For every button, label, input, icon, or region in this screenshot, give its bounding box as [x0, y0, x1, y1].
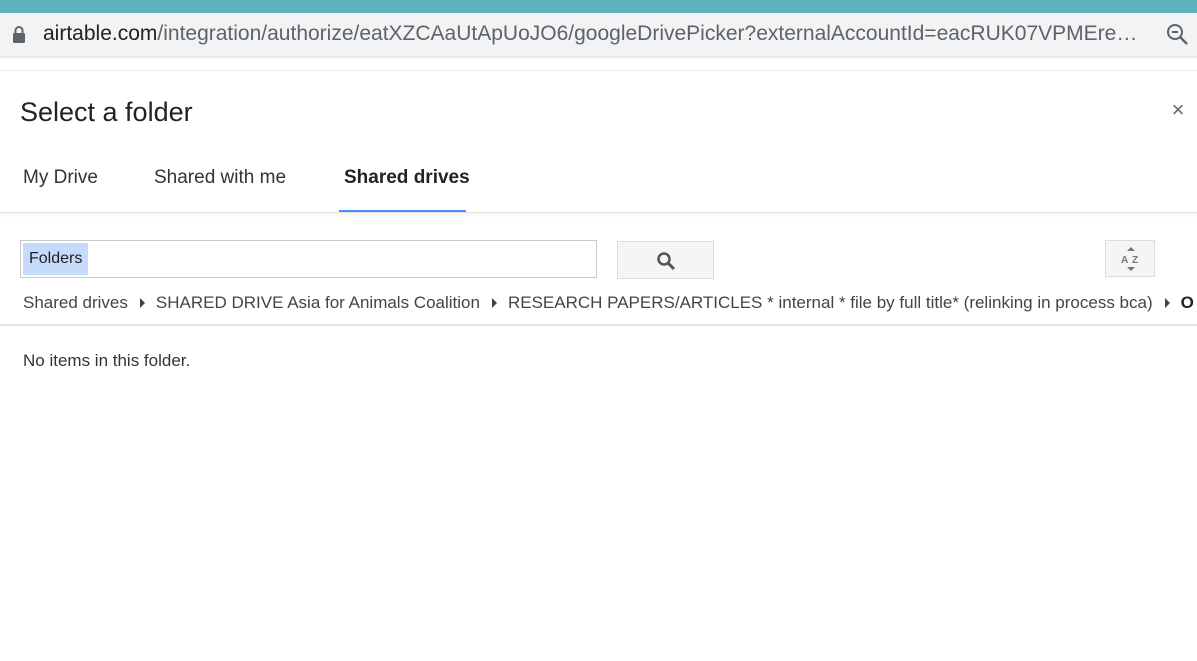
breadcrumb-caret-icon [139, 297, 145, 308]
folder-picker-dialog: Select a folder × My Drive Shared with m… [0, 70, 1197, 661]
breadcrumb-caret-icon [1164, 297, 1170, 308]
breadcrumb-item[interactable]: Shared drives [23, 291, 128, 315]
search-icon [657, 252, 676, 271]
close-button[interactable]: × [1168, 99, 1188, 121]
dialog-title: Select a folder [20, 97, 193, 127]
lock-icon [13, 26, 25, 43]
url-host: airtable.com [43, 22, 158, 45]
breadcrumb-item-current: O [1180, 293, 1194, 312]
tabs-divider [0, 212, 1197, 213]
breadcrumb-divider [0, 324, 1197, 326]
zoom-icon[interactable] [1165, 22, 1189, 46]
address-bar[interactable]: airtable.com/integration/authorize/eatXZ… [0, 13, 1197, 56]
empty-folder-message: No items in this folder. [23, 351, 191, 370]
breadcrumb-caret-icon [491, 297, 497, 308]
browser-top-strip [0, 0, 1197, 13]
sort-az-icon: A Z [1121, 247, 1138, 271]
url-text[interactable]: airtable.com/integration/authorize/eatXZ… [43, 21, 1148, 47]
search-button[interactable] [617, 241, 714, 279]
address-bar-divider [0, 56, 1197, 58]
tab-shared-with-me[interactable]: Shared with me [154, 167, 286, 213]
sort-button[interactable]: A Z [1105, 240, 1155, 277]
tab-shared-drives[interactable]: Shared drives [344, 167, 470, 213]
folders-filter-chip[interactable]: Folders [23, 243, 89, 275]
svg-text:A: A [1121, 255, 1128, 266]
breadcrumb-item[interactable]: SHARED DRIVE Asia for Animals Coalition [156, 291, 480, 315]
tab-my-drive[interactable]: My Drive [23, 167, 98, 213]
svg-text:Z: Z [1132, 255, 1138, 266]
url-path: /integration/authorize/eatXZCAaUtApUoJO6… [157, 22, 1148, 45]
breadcrumb: Shared drives SHARED DRIVE Asia for Anima… [23, 291, 1197, 315]
search-input[interactable]: Folders [20, 240, 597, 278]
breadcrumb-item[interactable]: RESEARCH PAPERS/ARTICLES * internal * fi… [508, 291, 1153, 315]
